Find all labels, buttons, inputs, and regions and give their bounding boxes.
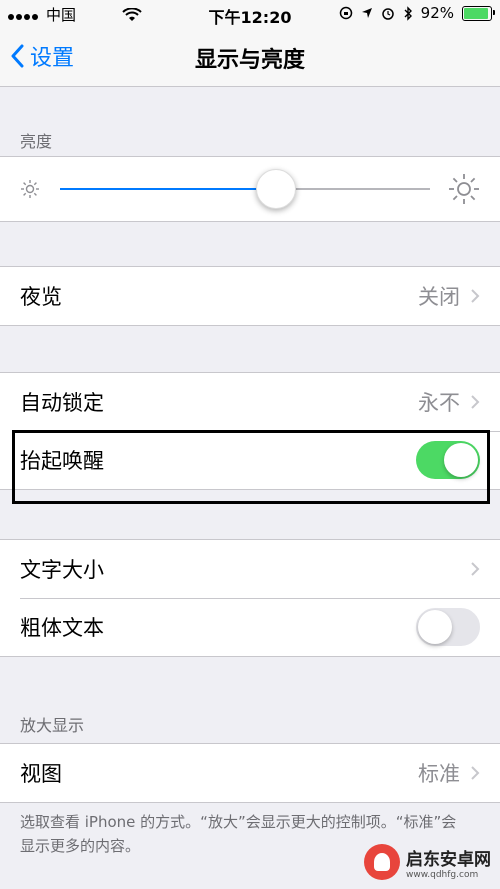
- watermark-logo-icon: [364, 844, 400, 880]
- navigation-bar: 设置 显示与亮度: [0, 28, 500, 87]
- brightness-section-label: 亮度: [20, 132, 53, 151]
- watermark-text: 启东安卓网 www.qdhfg.com: [406, 845, 491, 880]
- bluetooth-icon: [404, 5, 412, 21]
- chevron-right-icon: [471, 289, 480, 303]
- sun-large-icon: [449, 174, 479, 204]
- auto-lock-label: 自动锁定: [20, 391, 104, 415]
- brightness-track-filled[interactable]: [60, 188, 275, 190]
- zoom-section-label: 放大显示: [20, 716, 85, 735]
- chevron-right-icon: [471, 766, 480, 780]
- raise-to-wake-toggle[interactable]: [416, 441, 480, 479]
- text-size-label: 文字大小: [20, 558, 104, 582]
- watermark: 启东安卓网 www.qdhfg.com: [364, 839, 494, 885]
- auto-lock-value: 永不: [418, 391, 460, 415]
- toggle-knob: [444, 443, 478, 477]
- zoom-group: 视图 标准: [0, 743, 500, 803]
- raise-to-wake-label: 抬起唤醒: [20, 449, 104, 473]
- watermark-title: 启东安卓网: [406, 849, 491, 870]
- sun-small-icon: [21, 180, 39, 198]
- alarm-icon: [381, 8, 394, 20]
- bold-text-label: 粗体文本: [20, 616, 104, 640]
- battery-icon: [462, 5, 495, 21]
- brightness-slider-thumb[interactable]: [255, 169, 296, 209]
- night-shift-label: 夜览: [20, 285, 62, 309]
- view-label: 视图: [20, 762, 62, 786]
- toggle-knob: [418, 610, 452, 644]
- watermark-url: www.qdhfg.com: [406, 869, 479, 880]
- chevron-right-icon: [471, 562, 480, 576]
- battery-fill: [464, 7, 488, 19]
- bold-text-toggle[interactable]: [416, 608, 480, 646]
- view-value: 标准: [418, 762, 460, 786]
- raise-to-wake-row: 抬起唤醒: [0, 431, 500, 489]
- night-shift-value: 关闭: [418, 285, 460, 309]
- auto-lock-row[interactable]: 自动锁定 永不: [0, 373, 500, 431]
- text-group: 文字大小 粗体文本: [0, 539, 500, 657]
- battery-percent: 92%: [420, 4, 454, 22]
- night-shift-group: 夜览 关闭: [0, 266, 500, 326]
- page-title: 显示与亮度: [194, 48, 305, 73]
- orientation-lock-icon: [339, 6, 352, 20]
- view-row[interactable]: 视图 标准: [0, 744, 500, 802]
- status-bar: 中国 下午12:20 92%: [0, 0, 500, 28]
- text-size-row[interactable]: 文字大小: [0, 540, 500, 598]
- bold-text-row: 粗体文本: [0, 598, 500, 656]
- brightness-track[interactable]: [274, 188, 430, 190]
- brightness-group: [0, 156, 500, 222]
- location-icon: [361, 8, 372, 18]
- night-shift-row[interactable]: 夜览 关闭: [0, 267, 500, 325]
- status-right: 92%: [339, 4, 495, 22]
- chevron-right-icon: [471, 395, 480, 409]
- lock-group: 自动锁定 永不 抬起唤醒: [0, 372, 500, 490]
